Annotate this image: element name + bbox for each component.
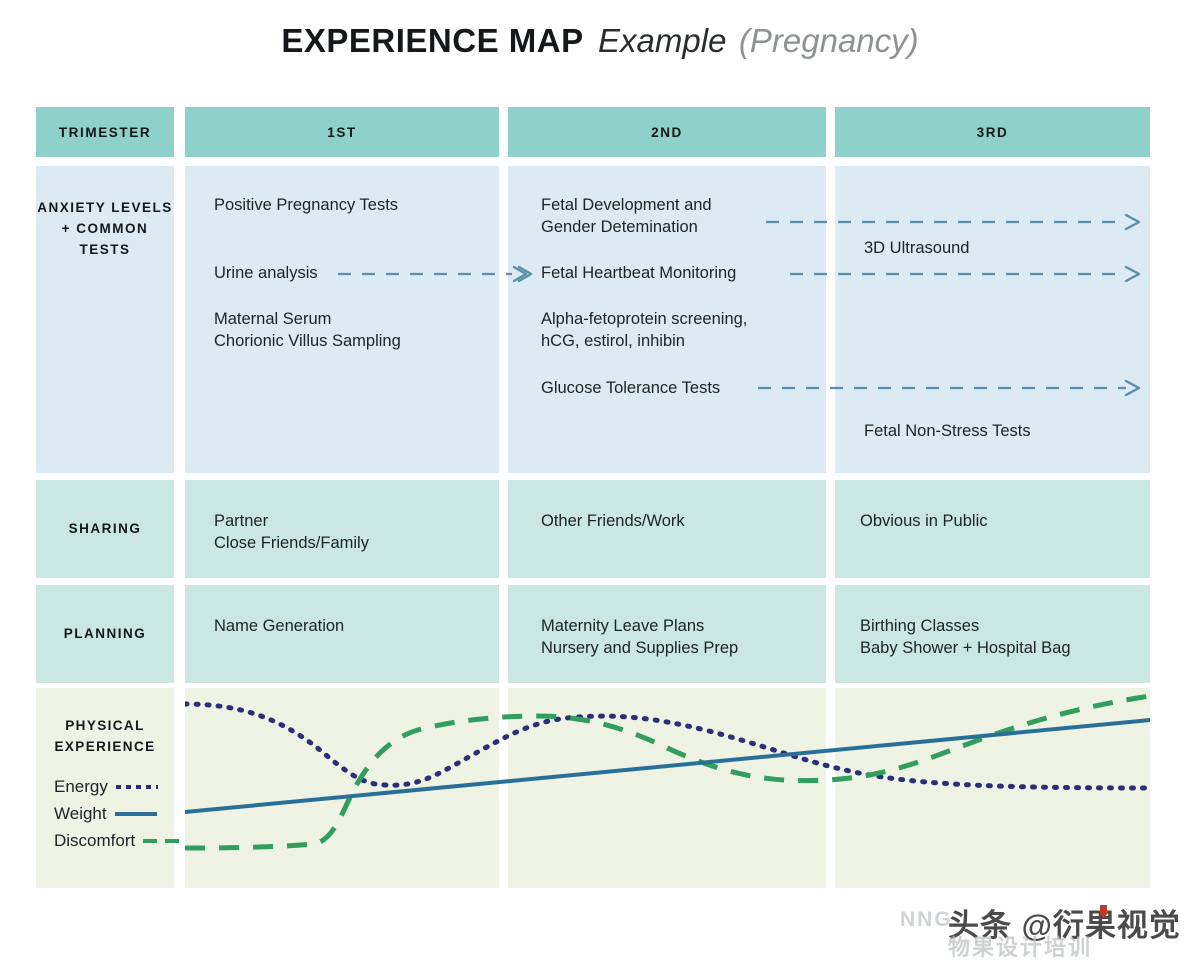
planning-1st-text: Name Generation <box>214 617 345 635</box>
legend-label-energy: Energy <box>54 777 108 796</box>
header-column-1st: 1ST <box>185 107 499 157</box>
planning-2nd-text: Maternity Leave Plans Nursery and Suppli… <box>541 617 739 658</box>
legend-title-line-0: PHYSICAL <box>65 718 145 733</box>
planning-3rd-text: Birthing Classes Baby Shower + Hospital … <box>860 617 1071 658</box>
physical-legend: PHYSICAL EXPERIENCE Energy Weight Discom… <box>36 688 186 888</box>
anxiety-3rd-item-1: Fetal Non-Stress Tests <box>864 422 1031 440</box>
anxiety-2nd-item-0: Fetal Development and Gender Deteminatio… <box>541 196 712 237</box>
anxiety-1st-item-2: Maternal Serum Chorionic Villus Sampling <box>214 310 401 351</box>
curve-discomfort <box>185 693 1150 851</box>
rowlabel-sharing-text: SHARING <box>68 520 142 536</box>
anxiety-2nd-item-3: Glucose Tolerance Tests <box>541 379 721 397</box>
legend-item-weight: Weight <box>54 803 157 825</box>
rowlabel-sharing: SHARING <box>36 480 174 578</box>
header-2nd-text: 2ND <box>651 124 683 140</box>
curve-weight <box>185 718 1150 814</box>
header-column-3rd: 3RD <box>835 107 1150 157</box>
experience-map: TRIMESTER 1ST 2ND 3RD ANXIETY LEVELS + C… <box>0 0 1200 966</box>
rowlabel-anxiety: ANXIETY LEVELS + COMMON TESTS <box>36 166 174 473</box>
legend-swatch-discomfort-icon <box>143 839 186 843</box>
legend-label-discomfort: Discomfort <box>54 831 136 850</box>
header-column-2nd: 2ND <box>508 107 826 157</box>
rowlabel-planning: PLANNING <box>36 585 174 683</box>
physical-experience-chart <box>185 693 1150 851</box>
legend-swatch-energy-icon <box>115 785 158 789</box>
anxiety-1st-item-1: Urine analysis <box>214 264 318 282</box>
legend-item-discomfort: Discomfort <box>54 830 186 852</box>
legend-item-energy: Energy <box>54 776 158 798</box>
rowlabel-anxiety-text: ANXIETY LEVELS + COMMON TESTS <box>37 200 173 257</box>
sharing-3rd-text: Obvious in Public <box>860 512 988 530</box>
sharing-2nd-text: Other Friends/Work <box>541 512 685 530</box>
anxiety-2nd-item-1: Fetal Heartbeat Monitoring <box>541 264 737 282</box>
legend-swatch-weight-icon <box>114 812 157 816</box>
header-trimester-text: TRIMESTER <box>58 124 152 140</box>
legend-title-line-1: EXPERIENCE <box>54 738 156 754</box>
anxiety-1st-item-0: Positive Pregnancy Tests <box>214 196 399 214</box>
legend-title: PHYSICAL EXPERIENCE <box>36 716 174 758</box>
header-3rd-text: 3RD <box>976 124 1009 140</box>
anxiety-3rd-item-0: 3D Ultrasound <box>864 239 970 257</box>
anxiety-2nd-item-2: Alpha-fetoprotein screening, hCG, estiro… <box>541 310 748 351</box>
sharing-1st-text: Partner Close Friends/Family <box>214 512 369 553</box>
cn-watermark-sub: 物果设计培训 <box>948 935 1093 960</box>
header-1st-text: 1ST <box>327 124 357 140</box>
curve-energy <box>185 701 1150 791</box>
legend-label-weight: Weight <box>54 804 107 823</box>
header-trimester-label: TRIMESTER <box>36 107 174 157</box>
rowlabel-planning-text: PLANNING <box>63 625 147 641</box>
nng-watermark: NNG <box>900 908 953 931</box>
